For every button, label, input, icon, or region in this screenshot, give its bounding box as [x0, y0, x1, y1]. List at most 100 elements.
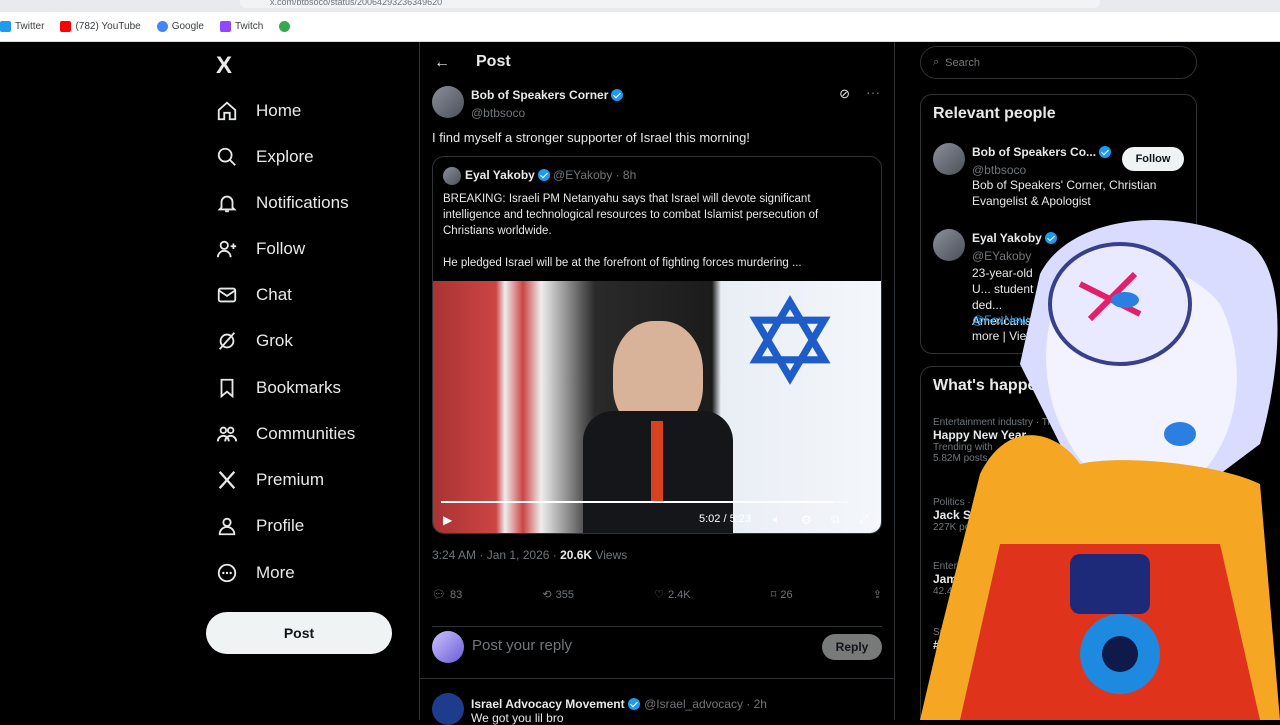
person-bio: Bob of Speakers' Corner, Christian Evang… — [972, 178, 1157, 208]
nav-grok[interactable]: Grok — [216, 328, 293, 354]
more-options-icon[interactable]: ··· — [866, 84, 880, 100]
mail-icon — [217, 287, 237, 303]
play-icon[interactable]: ▶ — [443, 513, 452, 527]
post-author: Bob of Speakers Corner @btbsoco — [471, 86, 624, 122]
more-circle-icon — [217, 563, 237, 583]
nav-profile[interactable]: Profile — [216, 513, 304, 539]
share-icon: ⇪ — [872, 589, 882, 601]
avatar — [443, 167, 461, 185]
x-premium-icon — [218, 470, 236, 490]
post-button[interactable]: Post — [206, 612, 392, 654]
post-text: I find myself a stronger supporter of Is… — [432, 130, 750, 145]
bookmark-icon — [220, 378, 234, 399]
heart-icon: ♡ — [654, 589, 664, 601]
post-actions: 💬︎ 83 ⟲ 355 ♡ 2.4K ⌑ 26 ⇪ — [432, 588, 882, 602]
address-bar[interactable]: x.com/btbsoco/status/20064293236349620 — [240, 0, 1100, 8]
post-meta: 3:24 AM · Jan 1, 2026 · 20.6K Views — [432, 548, 627, 562]
verified-icon — [611, 89, 624, 101]
bookmark-icon: ⌑ — [770, 589, 777, 601]
bell-icon — [217, 195, 237, 213]
nav-communities[interactable]: Communities — [216, 421, 355, 447]
views-count: 20.6K — [560, 548, 593, 562]
video-player[interactable]: ▶ 5:02 / 5:23 🔈︎ ⚙︎ ⧉ ⤢ — [433, 281, 881, 533]
follow-button[interactable]: Follow — [1122, 147, 1184, 171]
like-action[interactable]: ♡ 2.4K — [654, 588, 691, 602]
search-icon: ⌕ — [933, 56, 940, 68]
volume-icon[interactable]: 🔈︎ — [773, 512, 780, 527]
twitter-icon — [0, 21, 11, 32]
add-user-icon — [216, 240, 237, 258]
avatar[interactable] — [933, 143, 965, 175]
views-label: Views — [592, 548, 628, 562]
youtube-icon — [60, 21, 72, 32]
person-name[interactable]: Bob of Speakers Co... — [972, 145, 1096, 159]
quote-text: BREAKING: Israeli PM Netanyahu says that… — [443, 193, 819, 269]
reply-post[interactable]: Israel Advocacy Movement @Israel_advocac… — [420, 678, 894, 725]
video-time: 5:02 / 5:23 — [699, 513, 751, 525]
star-of-david-icon — [749, 295, 831, 385]
search-placeholder: Search — [945, 56, 981, 69]
author-name[interactable]: Bob of Speakers Corner — [471, 88, 608, 102]
search-input[interactable]: ⌕ Search — [920, 46, 1197, 79]
nav-follow[interactable]: Follow — [216, 236, 305, 262]
bookmark-action[interactable]: ⌑ 26 — [770, 588, 793, 602]
back-arrow-icon[interactable]: ← — [434, 54, 450, 72]
avatar — [432, 693, 464, 725]
share-action[interactable]: ⇪ — [873, 588, 882, 601]
reply-action[interactable]: 💬︎ 83 — [432, 588, 462, 602]
post-timestamp[interactable]: 3:24 AM · Jan 1, 2026 · — [432, 548, 560, 562]
settings-icon[interactable]: ⚙︎ — [801, 513, 812, 527]
bookmark-google[interactable]: Google — [156, 21, 204, 32]
bookmark-twitch[interactable]: Twitch — [219, 21, 263, 32]
verified-icon — [1099, 146, 1112, 158]
quote-author: Eyal Yakoby @EYakoby · 8h — [465, 168, 636, 182]
person-1: Bob of Speakers Co... @btbsoco — [972, 143, 1122, 179]
avatar — [432, 631, 464, 663]
avatar[interactable] — [432, 86, 464, 118]
vtuber-avatar-overlay — [920, 220, 1280, 720]
twitch-icon — [219, 21, 231, 32]
reply-input[interactable]: Post your reply — [472, 637, 572, 654]
repost-icon: ⟲ — [542, 589, 552, 601]
reply-icon: 💬︎ — [432, 589, 446, 601]
quote-author-name: Eyal Yakoby — [465, 168, 535, 182]
nav-bookmarks[interactable]: Bookmarks — [216, 375, 341, 401]
author-handle[interactable]: @btbsoco — [471, 106, 525, 120]
repost-action[interactable]: ⟲ 355 — [542, 588, 574, 602]
google-icon — [279, 21, 291, 32]
verified-icon — [627, 698, 640, 710]
home-icon — [217, 101, 237, 121]
nav-home[interactable]: Home — [216, 98, 301, 124]
bookmark-youtube[interactable]: (782) YouTube — [60, 21, 141, 32]
nav-explore[interactable]: Explore — [216, 144, 314, 170]
person-handle: @btbsoco — [972, 163, 1027, 177]
relevant-people-title: Relevant people — [933, 105, 1056, 122]
reply-author-handle[interactable]: @Israel_advocacy · 2h — [644, 697, 767, 711]
nav-chat[interactable]: Chat — [216, 282, 292, 308]
grok-icon — [218, 332, 236, 350]
quote-age: · 8h — [615, 168, 637, 182]
bookmark-twitter[interactable]: Twitter — [0, 21, 44, 32]
reply-text: We got you lil bro — [471, 711, 564, 725]
main-column: ← Post Bob of Speakers Corner @btbsoco ⊘… — [419, 42, 895, 725]
video-progress-bar[interactable] — [441, 501, 849, 503]
google-icon — [156, 21, 168, 32]
nav-premium[interactable]: Premium — [216, 467, 324, 493]
tie — [651, 421, 663, 501]
bookmark-google-2[interactable] — [279, 21, 291, 32]
fullscreen-icon[interactable]: ⤢ — [859, 512, 869, 527]
grok-icon[interactable]: ⊘ — [839, 86, 850, 102]
reply-author-name[interactable]: Israel Advocacy Movement — [471, 697, 625, 711]
quoted-post[interactable]: Eyal Yakoby @EYakoby · 8h BREAKING: Isra… — [432, 156, 882, 534]
reply-button[interactable]: Reply — [822, 634, 882, 660]
search-icon — [217, 147, 236, 166]
quote-author-handle: @EYakoby — [553, 168, 613, 182]
pip-icon[interactable]: ⧉ — [831, 512, 840, 527]
people-icon — [216, 426, 238, 442]
bookmarks-bar: Twitter (782) YouTube Google Twitch — [0, 12, 1280, 42]
x-logo[interactable]: X — [216, 52, 232, 80]
browser-tabstrip: x.com/btbsoco/status/20064293236349620 — [0, 0, 1280, 12]
page-title: Post — [476, 53, 511, 70]
nav-notifications[interactable]: Notifications — [216, 190, 349, 216]
nav-more[interactable]: More — [216, 560, 295, 586]
